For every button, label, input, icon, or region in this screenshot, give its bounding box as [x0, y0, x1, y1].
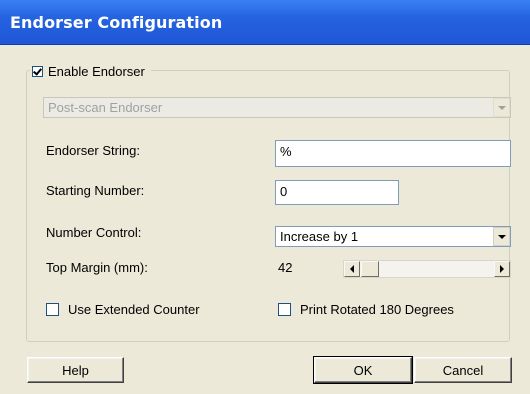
- number-control-label: Number Control:: [46, 225, 142, 240]
- cancel-button[interactable]: Cancel: [414, 357, 512, 383]
- use-extended-counter-label: Use Extended Counter: [68, 302, 200, 317]
- number-control-select[interactable]: Increase by 1: [275, 226, 511, 247]
- use-extended-counter-check[interactable]: [46, 303, 59, 316]
- title-bar[interactable]: Endorser Configuration: [0, 0, 530, 45]
- print-rotated-label: Print Rotated 180 Degrees: [300, 302, 454, 317]
- slider-thumb[interactable]: [361, 261, 379, 277]
- top-margin-label: Top Margin (mm):: [46, 260, 148, 275]
- print-rotated-checkbox[interactable]: Print Rotated 180 Degrees: [278, 302, 454, 317]
- ok-button[interactable]: OK: [313, 356, 413, 384]
- top-margin-value: 42: [278, 260, 293, 275]
- endorser-type-value: Post-scan Endorser: [48, 100, 163, 115]
- chevron-down-icon[interactable]: [493, 98, 510, 117]
- window-title: Endorser Configuration: [10, 13, 223, 32]
- help-button[interactable]: Help: [27, 357, 124, 383]
- arrow-left-icon[interactable]: [344, 261, 360, 277]
- enable-endorser-label: Enable Endorser: [48, 63, 145, 79]
- number-control-value: Increase by 1: [280, 229, 359, 244]
- endorser-string-input[interactable]: %: [275, 140, 511, 167]
- enable-endorser-checkbox[interactable]: Enable Endorser: [30, 62, 151, 80]
- endorser-string-value: %: [280, 144, 292, 159]
- arrow-right-icon[interactable]: [494, 261, 510, 277]
- starting-number-value: 0: [280, 184, 288, 199]
- enable-endorser-check[interactable]: [32, 65, 43, 77]
- endorser-type-select[interactable]: Post-scan Endorser: [43, 97, 511, 118]
- print-rotated-check[interactable]: [278, 303, 291, 316]
- endorser-string-label: Endorser String:: [46, 143, 140, 158]
- starting-number-input[interactable]: 0: [275, 180, 399, 205]
- chevron-down-icon[interactable]: [493, 227, 510, 246]
- starting-number-label: Starting Number:: [46, 183, 145, 198]
- use-extended-counter-checkbox[interactable]: Use Extended Counter: [46, 302, 200, 317]
- top-margin-slider[interactable]: [343, 260, 511, 278]
